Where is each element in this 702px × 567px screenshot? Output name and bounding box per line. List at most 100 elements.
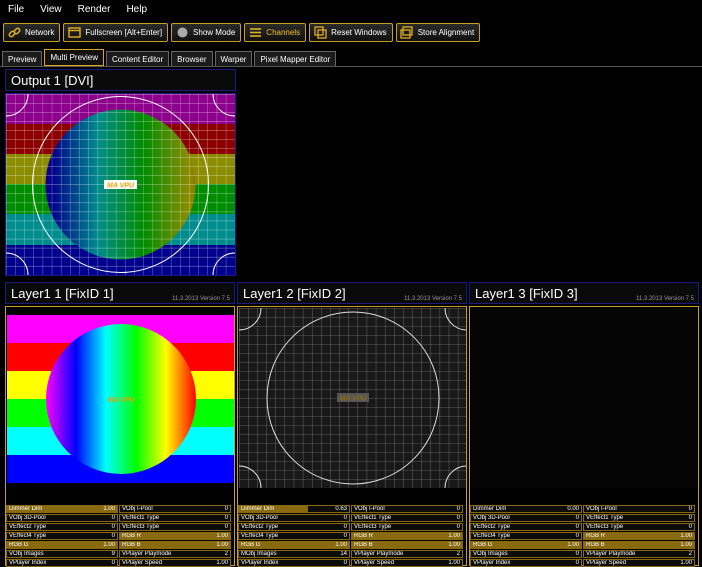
channel-value: 0 — [688, 524, 692, 530]
output-preview[interactable]: MA VPU — [5, 93, 236, 276]
channel-value: 2 — [456, 551, 460, 557]
channel-value: 14 — [340, 551, 347, 557]
channel-row[interactable]: VEffect3 Type 0 — [583, 523, 695, 531]
tab-multi-preview[interactable]: Multi Preview — [44, 49, 105, 66]
channel-value: 0 — [111, 515, 115, 521]
window-icon — [67, 25, 81, 39]
tab-preview[interactable]: Preview — [2, 51, 43, 66]
channels-button[interactable]: Channels — [244, 22, 307, 42]
channel-row[interactable]: MObj Images 14 — [238, 550, 350, 558]
channel-row[interactable]: VEffect4 Type 0 — [470, 532, 582, 540]
channel-row[interactable]: RGB R 1.00 — [583, 532, 695, 540]
tab-warper[interactable]: Warper — [214, 51, 253, 66]
channel-label: RGB B — [122, 542, 141, 548]
channel-row[interactable]: VEffect1 Type 0 — [119, 514, 231, 522]
channel-row[interactable]: VEffect2 Type 0 — [470, 523, 582, 531]
menu-file[interactable]: File — [8, 4, 24, 15]
tab-content-editor[interactable]: Content Editor — [106, 51, 170, 66]
channel-value: 0 — [456, 515, 460, 521]
channel-row[interactable]: RGB B 1.00 — [351, 541, 463, 549]
channel-label: VEffect4 Type — [473, 533, 511, 539]
channel-label: VObj I-Pool — [354, 506, 385, 512]
channel-label: VEffect3 Type — [354, 524, 392, 530]
channel-row[interactable]: VEffect2 Type 0 — [238, 523, 350, 531]
output-title: Output 1 [DVI] — [11, 73, 94, 88]
channel-row[interactable]: RGB R 1.00 — [119, 532, 231, 540]
channel-row[interactable]: VEffect1 Type 0 — [351, 514, 463, 522]
channel-value: 1.00 — [335, 542, 347, 548]
tab-bar: Preview Multi Preview Content Editor Bro… — [0, 48, 702, 67]
layer1-title: Layer1 1 [FixID 1] — [11, 286, 114, 301]
channel-row[interactable]: VEffect4 Type 0 — [238, 532, 350, 540]
channel-row[interactable]: VObj I-Pool 0 — [119, 505, 231, 513]
channel-value: 0 — [111, 533, 115, 539]
channel-row[interactable]: VObj I-Pool 0 — [351, 505, 463, 513]
channel-value: 1.00 — [448, 542, 460, 548]
channel-value: 1.00 — [103, 506, 115, 512]
channel-label: RGB B — [354, 542, 373, 548]
channel-label: Dimmer Dim — [473, 506, 507, 512]
channel-label: VObj Images — [473, 551, 508, 557]
channels-label: Channels — [266, 27, 301, 37]
channel-row[interactable]: VObj 3D-Pool 0 — [6, 514, 118, 522]
channel-label: VEffect2 Type — [473, 524, 511, 530]
layer1-version: 11.3.2013 Version 7.5 — [172, 296, 230, 302]
tab-pixel-mapper-editor[interactable]: Pixel Mapper Editor — [254, 51, 337, 66]
channel-label: VObj Images — [9, 551, 44, 557]
channel-label: VPlayer Playmode — [354, 551, 404, 557]
show-mode-button[interactable]: Show Mode — [171, 22, 242, 42]
layer2-test-pattern: MA VPU — [239, 308, 466, 488]
channel-row[interactable]: VEffect1 Type 0 — [583, 514, 695, 522]
chain-link-icon — [7, 25, 21, 39]
channel-value: 0 — [688, 515, 692, 521]
channels-icon — [248, 25, 262, 39]
channel-row[interactable]: RGB G 1.00 — [6, 541, 118, 549]
channel-row[interactable]: VPlayer Playmode 2 — [583, 550, 695, 558]
channel-row[interactable]: VEffect3 Type 0 — [351, 523, 463, 531]
channel-value: 0 — [575, 515, 579, 521]
channel-row[interactable]: VObj 3D-Pool 0 — [238, 514, 350, 522]
tab-browser[interactable]: Browser — [171, 51, 213, 66]
channel-row[interactable]: RGB R 1.00 — [351, 532, 463, 540]
channel-label: RGB G — [241, 542, 261, 548]
channel-row[interactable]: VPlayer Playmode 2 — [119, 550, 231, 558]
channel-label: VPlayer Playmode — [586, 551, 636, 557]
channel-row[interactable]: VPlayer Playmode 2 — [351, 550, 463, 558]
channel-row[interactable]: RGB G 1.00 — [238, 541, 350, 549]
channel-value: 1.00 — [448, 533, 460, 539]
show-mode-label: Show Mode — [193, 27, 236, 37]
channel-label: RGB R — [586, 533, 606, 539]
channel-row[interactable]: VEffect4 Type 0 — [6, 532, 118, 540]
store-alignment-button[interactable]: Store Alignment — [395, 22, 481, 42]
channel-row[interactable]: VObj Images 9 — [6, 550, 118, 558]
store-icon — [400, 25, 414, 39]
channel-row[interactable]: Dimmer Dim 1.00 — [6, 505, 118, 513]
channel-row[interactable]: VObj Images 0 — [470, 550, 582, 558]
channel-label: VEffect3 Type — [122, 524, 160, 530]
channel-label: VEffect4 Type — [241, 533, 279, 539]
channel-row[interactable]: Dimmer Dim 0.63 — [238, 505, 350, 513]
network-button[interactable]: Network — [3, 22, 61, 42]
reset-windows-button[interactable]: Reset Windows — [309, 22, 393, 42]
channel-row[interactable]: RGB B 1.00 — [583, 541, 695, 549]
channel-value: 1.00 — [680, 542, 692, 548]
menu-view[interactable]: View — [40, 4, 62, 15]
channel-value: 0 — [343, 515, 347, 521]
menu-render[interactable]: Render — [78, 4, 111, 15]
menu-help[interactable]: Help — [126, 4, 147, 15]
channel-label: RGB R — [354, 533, 374, 539]
channel-row[interactable]: RGB G 1.00 — [470, 541, 582, 549]
network-label: Network — [25, 27, 55, 37]
channel-label: VEffect4 Type — [9, 533, 47, 539]
channel-value: 0 — [343, 533, 347, 539]
channel-label: RGB B — [586, 542, 605, 548]
channel-row[interactable]: RGB B 1.00 — [119, 541, 231, 549]
channel-row[interactable]: VEffect3 Type 0 — [119, 523, 231, 531]
store-alignment-label: Store Alignment — [417, 27, 475, 37]
channel-row[interactable]: VObj 3D-Pool 0 — [470, 514, 582, 522]
channel-label: VEffect3 Type — [586, 524, 624, 530]
fullscreen-button[interactable]: Fullscreen [Alt+Enter] — [63, 22, 169, 42]
channel-row[interactable]: Dimmer Dim 0.00 — [470, 505, 582, 513]
channel-row[interactable]: VEffect2 Type 0 — [6, 523, 118, 531]
channel-row[interactable]: VObj I-Pool 0 — [583, 505, 695, 513]
